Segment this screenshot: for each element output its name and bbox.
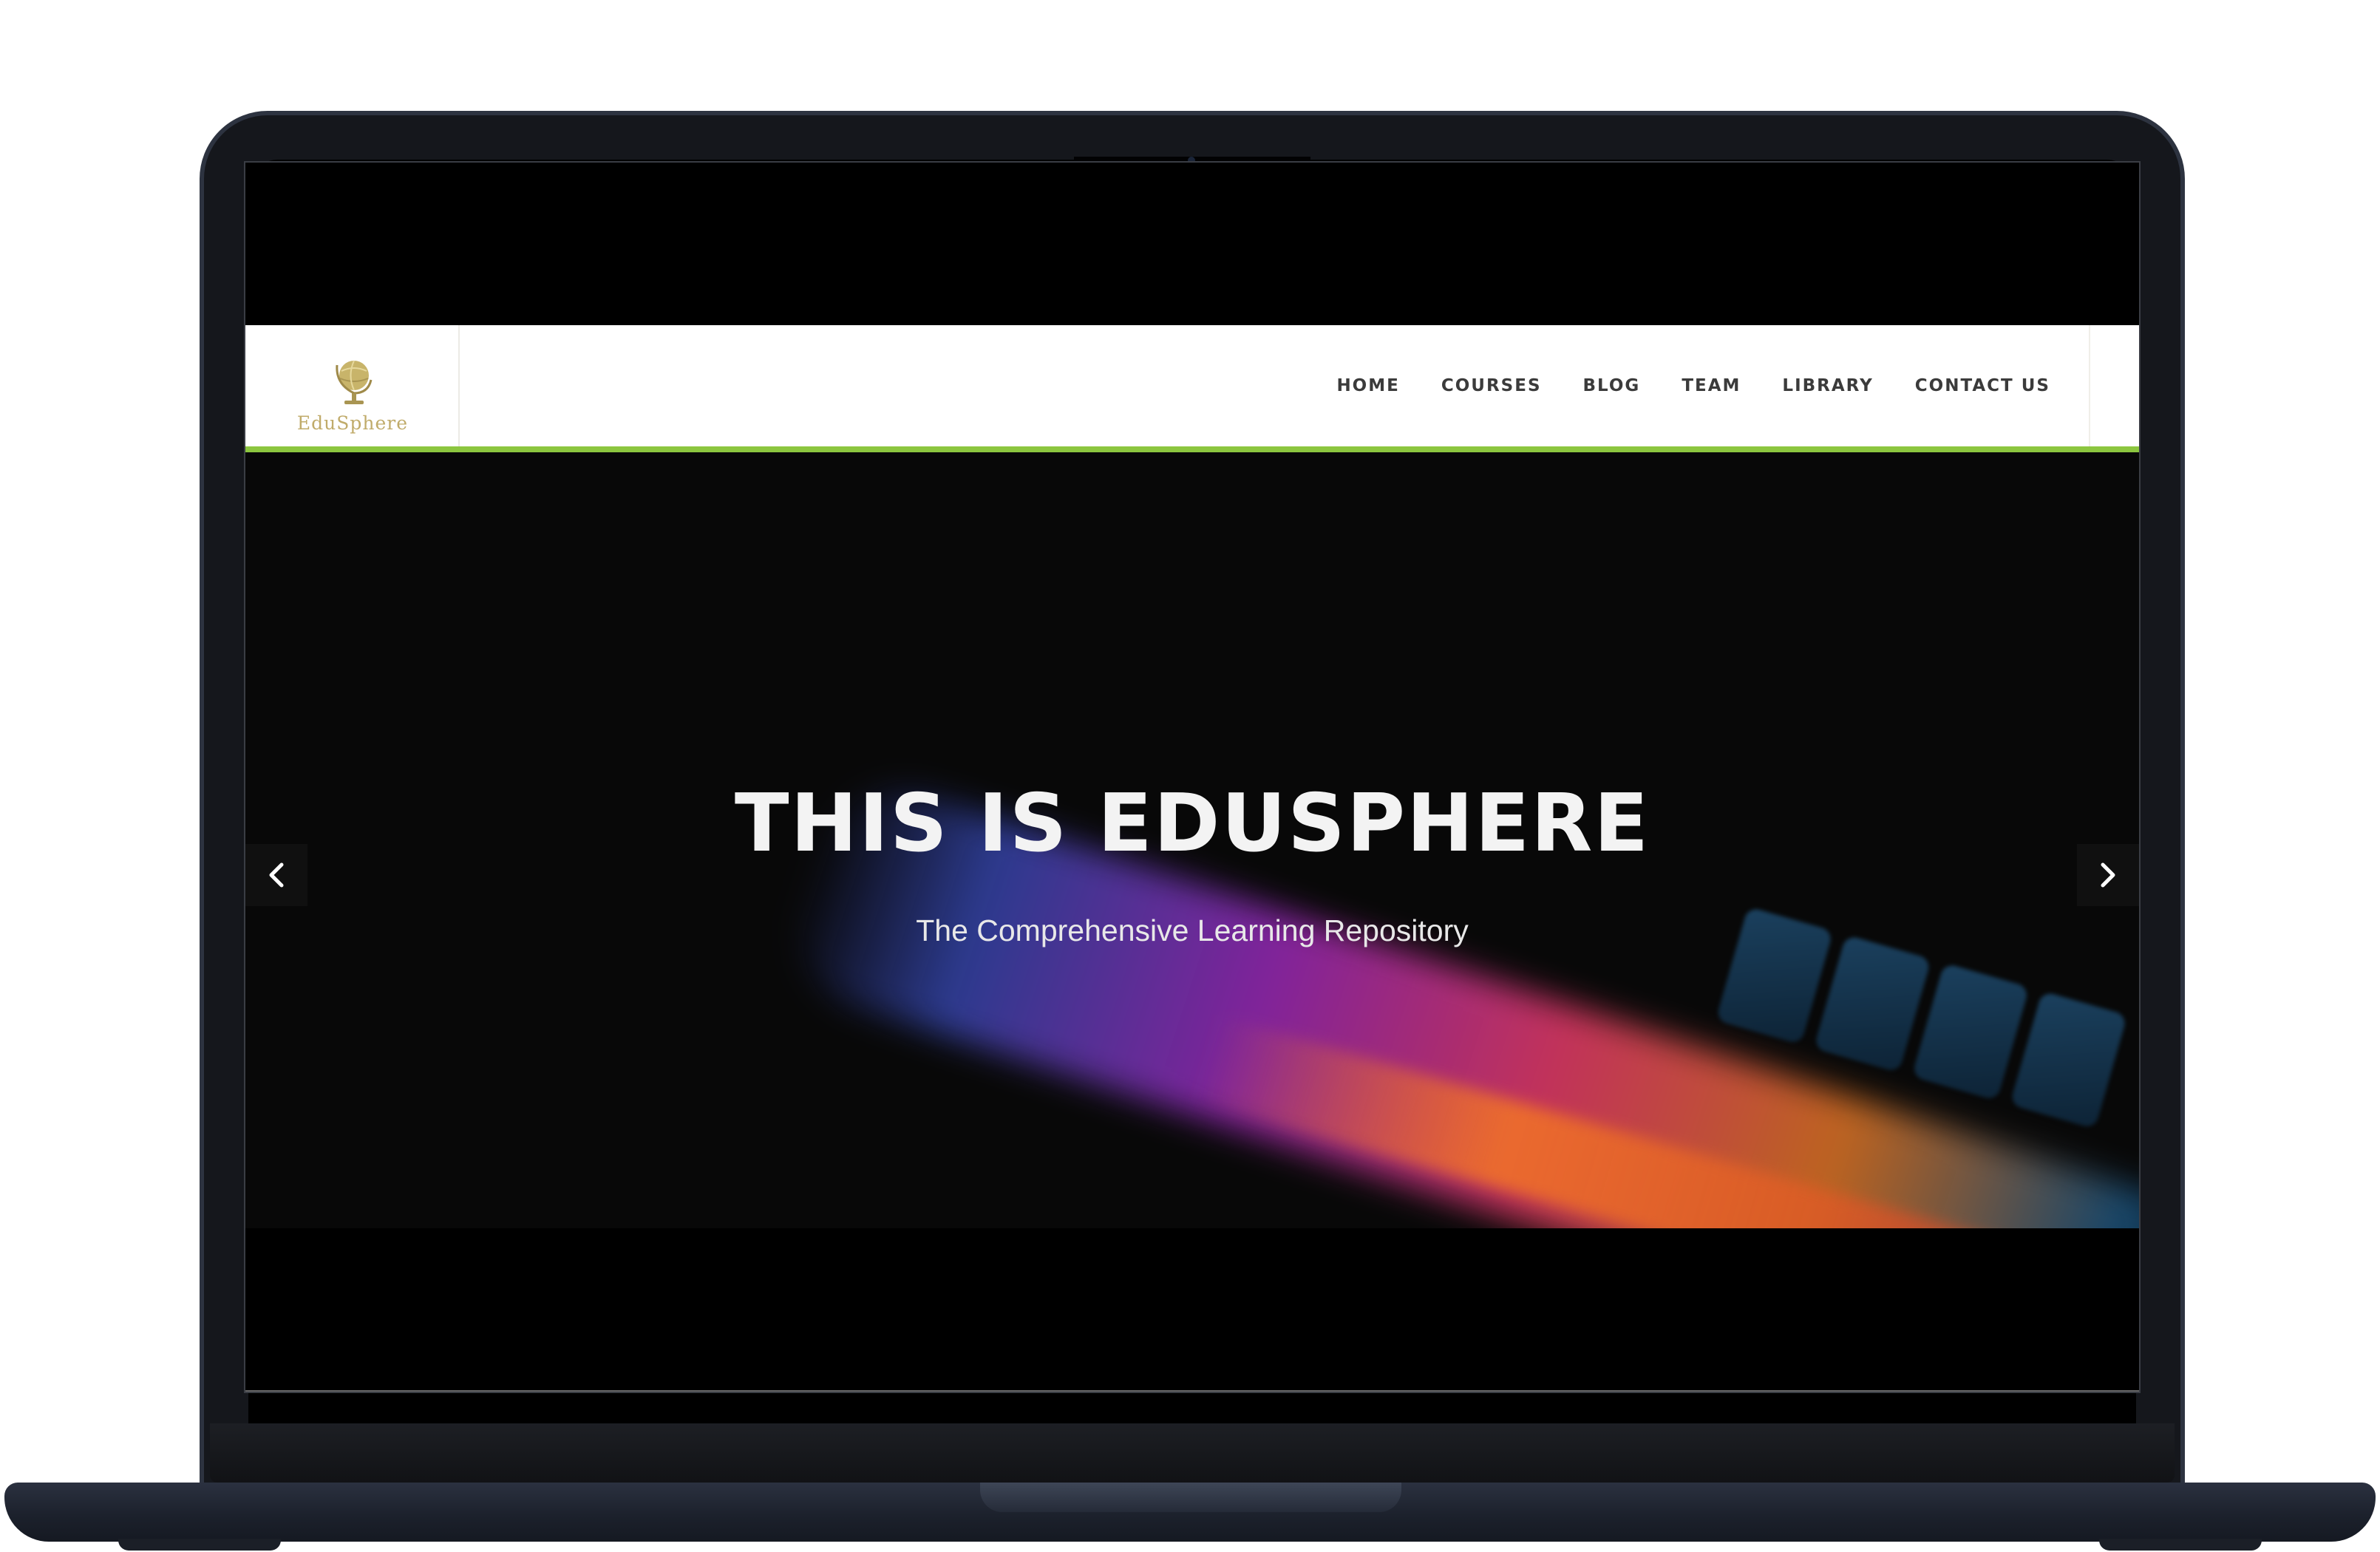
page-below-fold [245,1228,2139,1392]
laptop-opening-notch [980,1483,1401,1512]
nav-home[interactable]: HOME [1336,376,1399,395]
hero-slider: THIS IS EDUSPHERE The Comprehensive Lear… [245,452,2139,1228]
logo-text: EduSphere [296,412,409,434]
nav-library[interactable]: LIBRARY [1782,376,1873,395]
chevron-right-icon [2101,862,2115,888]
hero-subtitle: The Comprehensive Learning Repository [916,913,1469,947]
main-nav: HOME COURSES BLOG TEAM LIBRARY CONTACT U… [1295,325,2050,446]
laptop-screen: EduSphere HOME COURSES BLOG TEAM LIBRARY… [244,161,2141,1393]
keycap [2009,990,2128,1129]
laptop-hinge [210,1423,2175,1483]
screen-edge-line [245,1390,2139,1392]
hero-title: THIS IS EDUSPHERE [734,777,1650,870]
globe-icon [336,360,373,404]
keycap [1911,962,2030,1101]
laptop-mockup: EduSphere HOME COURSES BLOG TEAM LIBRARY… [0,0,2380,1552]
site-header: EduSphere HOME COURSES BLOG TEAM LIBRARY… [245,325,2139,452]
logo[interactable]: EduSphere [245,325,460,446]
nav-divider [2089,325,2090,446]
nav-blog[interactable]: BLOG [1583,376,1641,395]
chevron-left-icon [269,862,284,888]
keycap [1813,934,1932,1073]
nav-contact-us[interactable]: CONTACT US [1915,376,2050,395]
nav-courses[interactable]: COURSES [1441,376,1542,395]
slider-next-button[interactable] [2077,844,2139,906]
nav-team[interactable]: TEAM [1682,376,1741,395]
laptop-foot [2099,1539,2262,1551]
laptop-foot [118,1539,281,1551]
slider-prev-button[interactable] [245,844,307,906]
